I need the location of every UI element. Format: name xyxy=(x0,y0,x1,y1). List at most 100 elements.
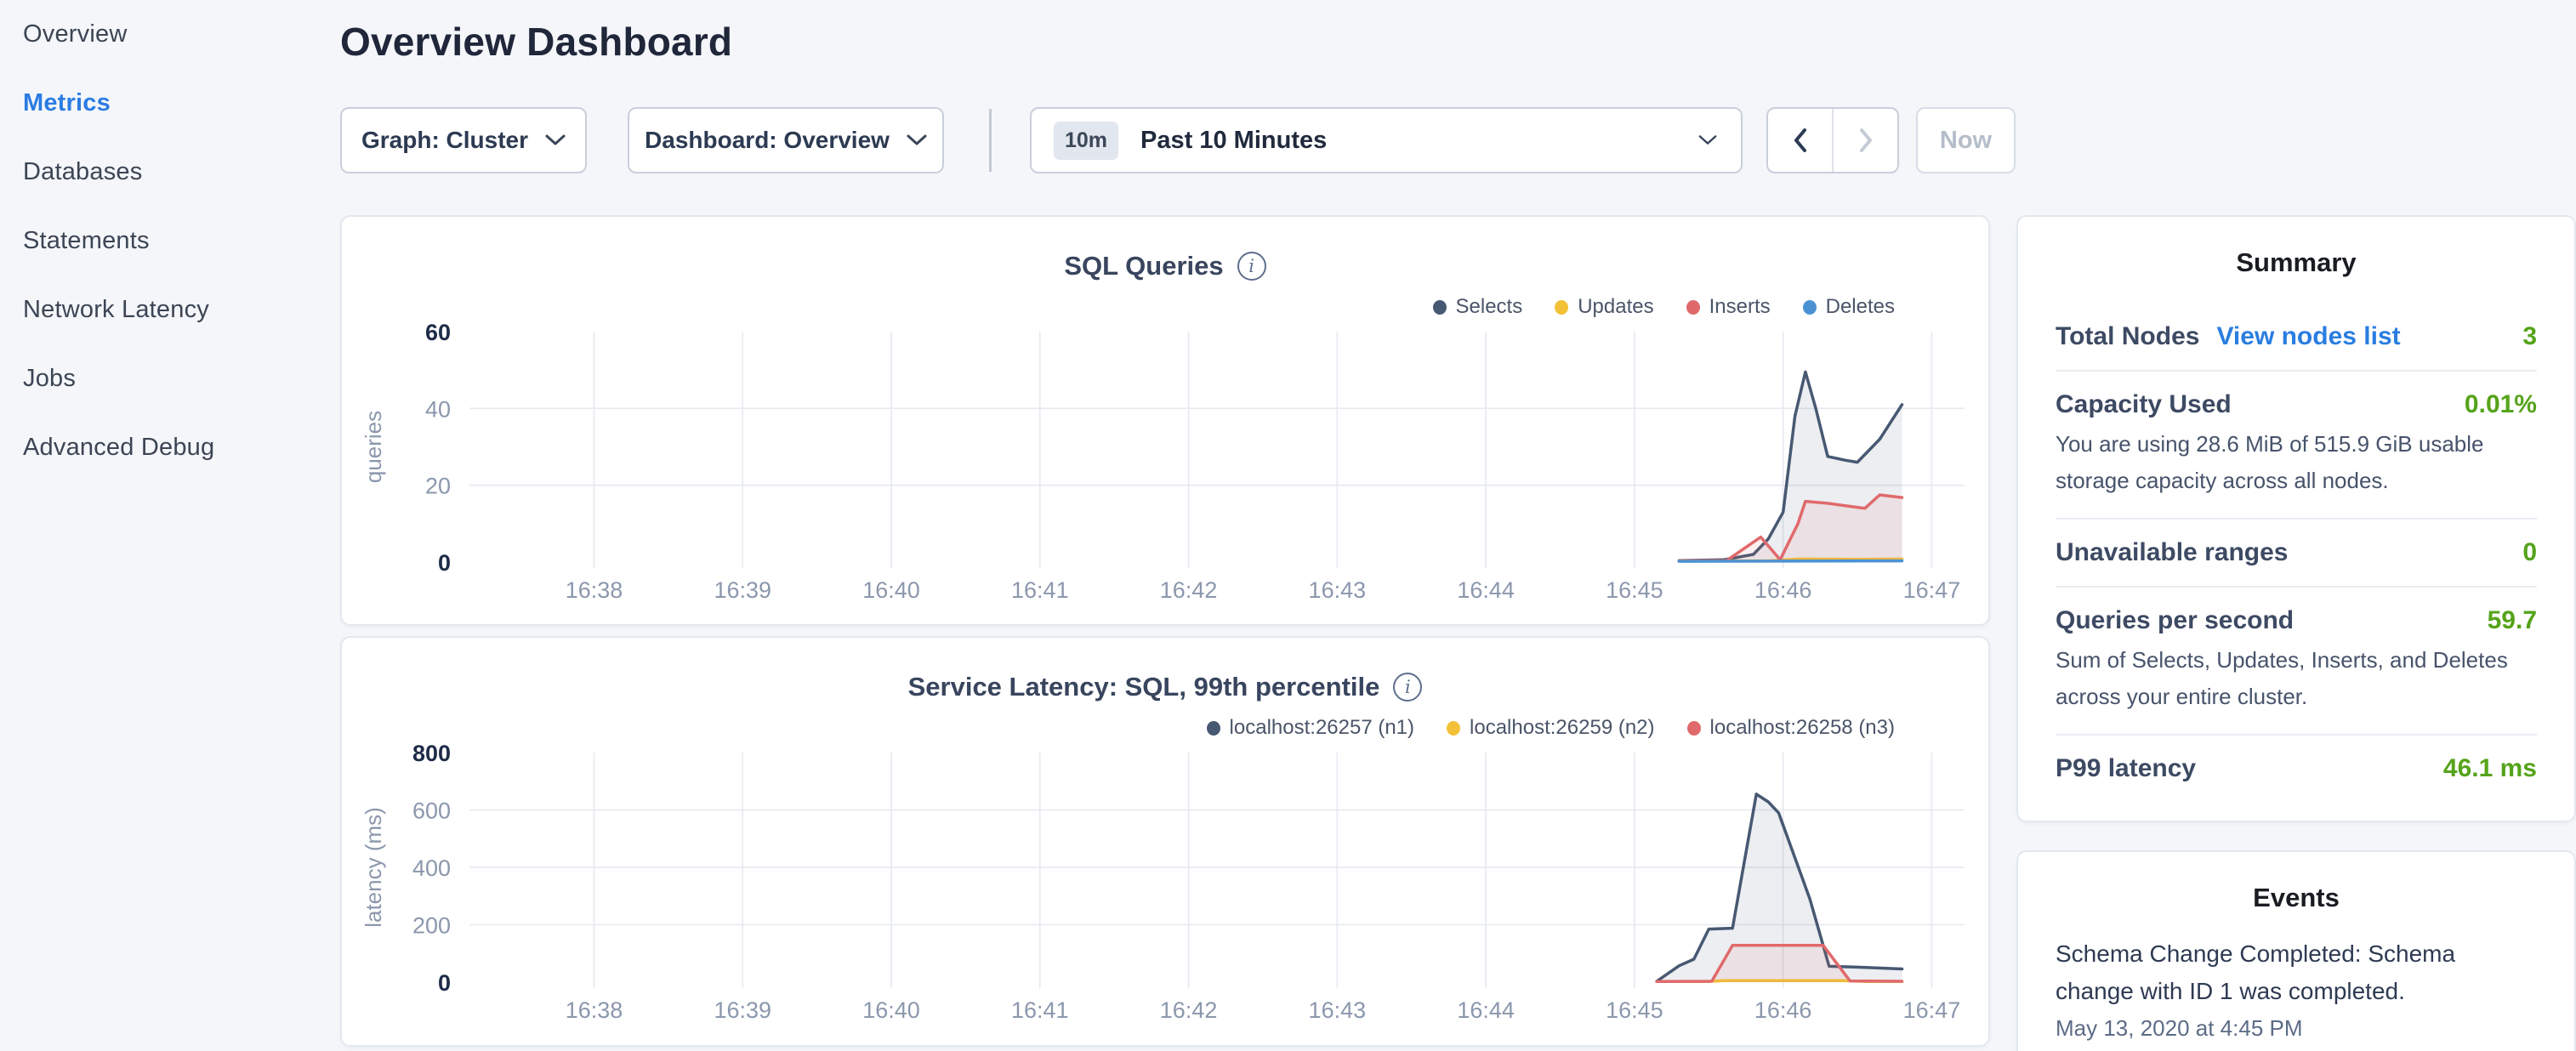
view-nodes-list-link[interactable]: View nodes list xyxy=(2216,322,2400,351)
service-latency-chart-card: Service Latency: SQL, 99th percentile i … xyxy=(340,636,1990,1047)
legend-item[interactable]: Updates xyxy=(1555,295,1653,319)
x-tick-label: 16:42 xyxy=(1160,577,1218,603)
summary-row-unavailable-ranges: Unavailable ranges0 xyxy=(2056,520,2537,588)
sidebar-item-databases[interactable]: Databases xyxy=(0,138,333,207)
summary-row-value: 46.1 ms xyxy=(2443,754,2537,783)
time-range-badge: 10m xyxy=(1054,122,1118,160)
info-icon[interactable]: i xyxy=(1393,673,1422,702)
overview-dashboard-page: { "sidebar": { "items": [ { "label": "Ov… xyxy=(0,0,2576,1051)
x-tick-label: 16:38 xyxy=(566,997,623,1023)
x-tick-label: 16:46 xyxy=(1754,577,1812,603)
legend-item[interactable]: localhost:26258 (n3) xyxy=(1687,716,1895,740)
chart-title: SQL Queries xyxy=(1064,251,1223,281)
graph-source-dropdown[interactable]: Graph: Cluster xyxy=(340,107,587,173)
summary-row-description: Sum of Selects, Updates, Inserts, and De… xyxy=(2056,642,2537,715)
sql-queries-chart: 16:3816:3916:4016:4116:4216:4316:4416:45… xyxy=(342,319,1992,621)
graph-source-dropdown-label: Graph: Cluster xyxy=(361,127,528,154)
legend-dot-icon xyxy=(1447,721,1460,736)
y-tick-label: 40 xyxy=(425,396,451,422)
chevron-down-icon xyxy=(545,134,566,146)
x-tick-label: 16:41 xyxy=(1011,577,1069,603)
legend-label: localhost:26258 (n3) xyxy=(1710,716,1895,740)
sidebar-item-advanced-debug[interactable]: Advanced Debug xyxy=(0,413,333,482)
chart-legend: localhost:26257 (n1) localhost:26259 (n2)… xyxy=(1207,716,1895,740)
x-tick-label: 16:44 xyxy=(1457,577,1515,603)
events-panel: Events Schema Change Completed: Schema c… xyxy=(2016,850,2576,1051)
dashboard-dropdown-label: Dashboard: Overview xyxy=(645,127,890,154)
chart-title-row: Service Latency: SQL, 99th percentile i xyxy=(342,672,1988,702)
x-tick-label: 16:45 xyxy=(1606,577,1663,603)
legend-label: localhost:26259 (n2) xyxy=(1470,716,1654,740)
legend-dot-icon xyxy=(1433,300,1447,315)
summary-row-label: Total Nodes xyxy=(2056,322,2199,351)
x-tick-label: 16:39 xyxy=(714,997,771,1023)
summary-row-label: Capacity Used xyxy=(2056,390,2232,419)
sidebar-item-statements[interactable]: Statements xyxy=(0,207,333,276)
time-range-picker[interactable]: 10m Past 10 Minutes xyxy=(1030,107,1743,173)
summary-row-capacity-used: Capacity Used 0.01% You are using 28.6 MiB… xyxy=(2056,372,2537,520)
summary-row-label: Queries per second xyxy=(2056,606,2294,635)
time-range-label: Past 10 Minutes xyxy=(1140,127,1327,155)
time-back-button[interactable] xyxy=(1768,109,1834,172)
chevron-down-icon xyxy=(907,134,927,146)
dashboard-dropdown[interactable]: Dashboard: Overview xyxy=(628,107,944,173)
y-tick-label: 60 xyxy=(425,320,451,345)
summary-row-label: Unavailable ranges xyxy=(2056,538,2288,567)
y-tick-label: 0 xyxy=(438,970,451,996)
event-message: Schema Change Completed: Schema change w… xyxy=(2056,935,2537,1010)
legend-item[interactable]: localhost:26257 (n1) xyxy=(1207,716,1414,740)
chart-legend: Selects Updates Inserts Deletes xyxy=(1433,295,1896,319)
y-tick-label: 200 xyxy=(412,913,451,939)
legend-label: Inserts xyxy=(1709,295,1771,319)
x-tick-label: 16:40 xyxy=(862,997,920,1023)
sidebar-item-network-latency[interactable]: Network Latency xyxy=(0,276,333,344)
legend-dot-icon xyxy=(1686,300,1700,315)
legend-item[interactable]: localhost:26259 (n2) xyxy=(1447,716,1654,740)
summary-row-total-nodes: Total NodesView nodes list3 xyxy=(2056,304,2537,372)
legend-item[interactable]: Deletes xyxy=(1803,295,1895,319)
legend-item[interactable]: Selects xyxy=(1433,295,1523,319)
chevron-left-icon xyxy=(1792,128,1809,153)
legend-dot-icon xyxy=(1803,300,1817,315)
x-tick-label: 16:46 xyxy=(1754,997,1812,1023)
y-axis-title: latency (ms) xyxy=(361,807,386,928)
now-button[interactable]: Now xyxy=(1916,107,2016,173)
event-list: Schema Change Completed: Schema change w… xyxy=(2056,935,2537,1042)
events-panel-title: Events xyxy=(2056,883,2537,913)
x-tick-label: 16:47 xyxy=(1903,577,1961,603)
chart-title-row: SQL Queries i xyxy=(342,251,1988,281)
sql-queries-chart-card: SQL Queries i Selects Updates Inserts Delet… xyxy=(340,215,1990,626)
summary-panel-title: Summary xyxy=(2056,247,2537,278)
x-tick-label: 16:42 xyxy=(1160,997,1218,1023)
summary-panel: Summary Total NodesView nodes list3Capac… xyxy=(2016,215,2576,822)
chevron-right-icon xyxy=(1857,128,1874,153)
x-tick-label: 16:41 xyxy=(1011,997,1069,1023)
summary-row-queries-per-second: Queries per second 59.7 Sum of Selects, Up… xyxy=(2056,588,2537,736)
y-axis-title: queries xyxy=(361,411,386,483)
x-tick-label: 16:43 xyxy=(1309,997,1367,1023)
legend-label: Updates xyxy=(1578,295,1653,319)
summary-row-value: 0.01% xyxy=(2465,390,2537,419)
summary-rows: Total NodesView nodes list3Capacity Used… xyxy=(2056,304,2537,802)
service-latency-chart: 16:3816:3916:4016:4116:4216:4316:4416:45… xyxy=(342,740,1992,1042)
legend-item[interactable]: Inserts xyxy=(1686,295,1771,319)
sidebar-nav: OverviewMetricsDatabasesStatementsNetwor… xyxy=(0,0,333,1051)
event-timestamp: May 13, 2020 at 4:45 PM xyxy=(2056,1015,2537,1042)
sidebar-item-metrics[interactable]: Metrics xyxy=(0,69,333,138)
legend-dot-icon xyxy=(1687,721,1701,736)
x-tick-label: 16:39 xyxy=(714,577,771,603)
time-forward-button[interactable] xyxy=(1834,109,1897,172)
info-icon[interactable]: i xyxy=(1237,252,1266,281)
controls-divider xyxy=(989,109,992,172)
legend-label: localhost:26257 (n1) xyxy=(1230,716,1414,740)
legend-dot-icon xyxy=(1555,300,1568,315)
legend-label: Deletes xyxy=(1826,295,1895,319)
summary-row-description: You are using 28.6 MiB of 515.9 GiB usab… xyxy=(2056,426,2537,499)
y-tick-label: 20 xyxy=(425,474,451,499)
series-line-Deletes xyxy=(1679,561,1902,562)
x-tick-label: 16:47 xyxy=(1903,997,1961,1023)
y-tick-label: 600 xyxy=(412,798,451,824)
sidebar-item-jobs[interactable]: Jobs xyxy=(0,344,333,413)
sidebar-item-overview[interactable]: Overview xyxy=(0,0,333,69)
summary-row-value: 59.7 xyxy=(2488,606,2537,635)
